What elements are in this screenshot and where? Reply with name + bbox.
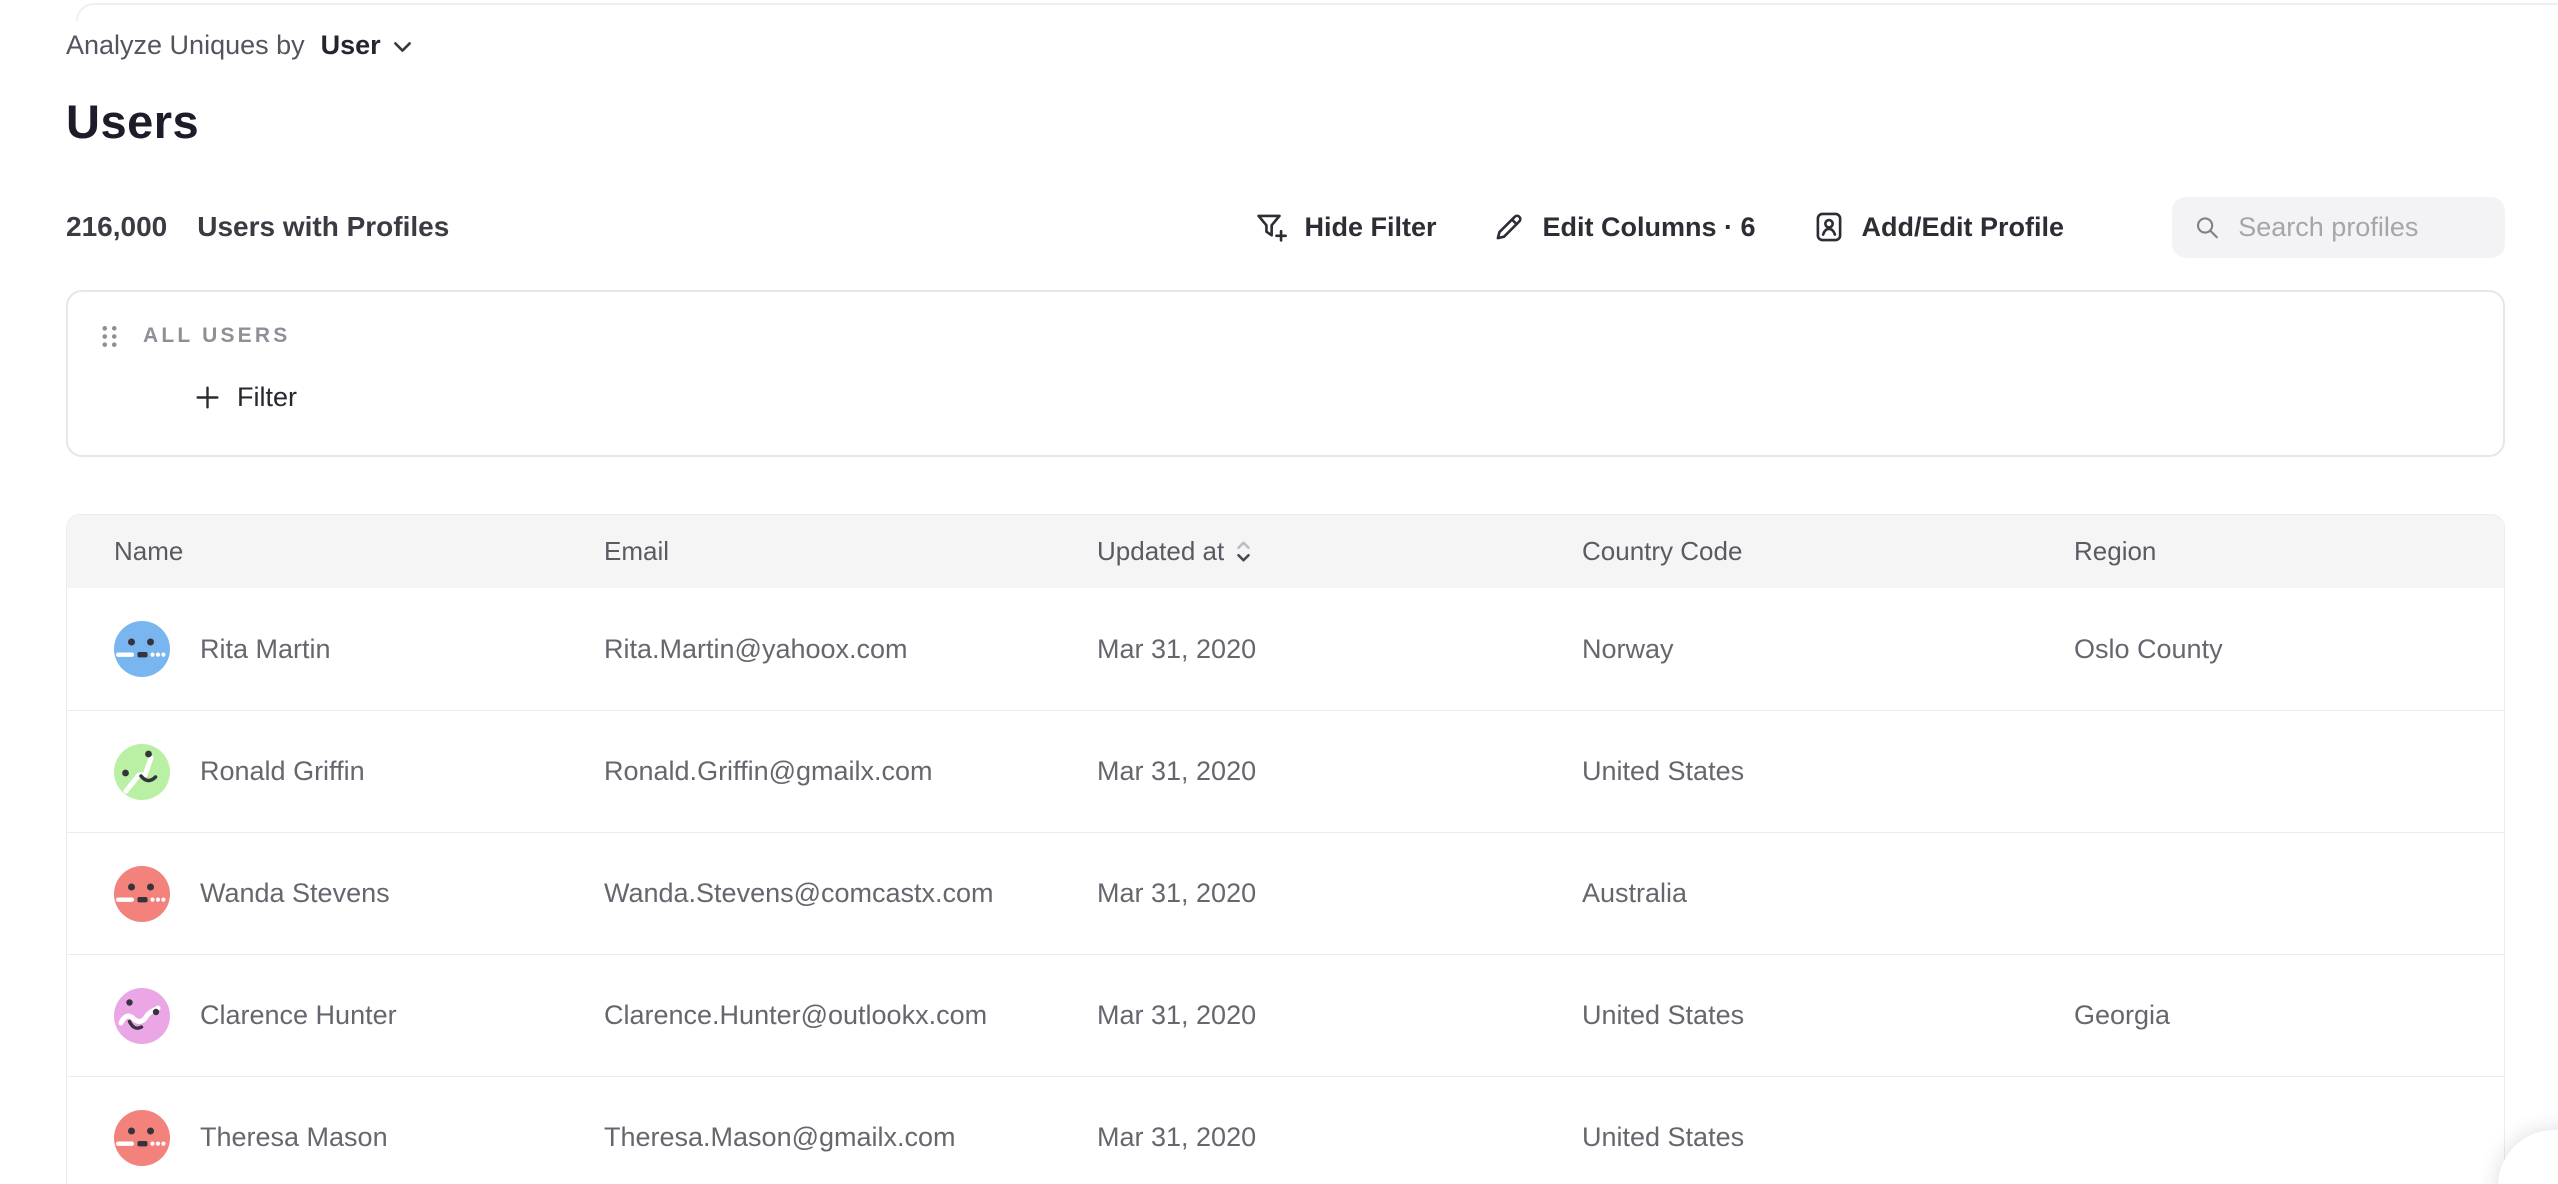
- filter-group-label: ALL USERS: [143, 324, 290, 348]
- user-name: Rita Martin: [200, 634, 331, 665]
- user-email: Clarence.Hunter@outlookx.com: [604, 1000, 987, 1031]
- hide-filter-label: Hide Filter: [1304, 212, 1436, 243]
- users-table: Name Email Updated at Country Code Regio…: [66, 514, 2505, 1184]
- table-row[interactable]: Rita Martin Rita.Martin@yahoox.com Mar 3…: [67, 588, 2504, 710]
- country-code-value: Australia: [1582, 878, 1687, 909]
- column-header-country-code[interactable]: Country Code: [1582, 536, 2074, 567]
- add-filter-label: Filter: [237, 382, 297, 413]
- analyze-uniques-row: Analyze Uniques by User: [66, 28, 2505, 62]
- add-filter-button[interactable]: Filter: [180, 372, 311, 423]
- dash-mouth-face-icon: [114, 1110, 170, 1166]
- user-name: Ronald Griffin: [200, 756, 365, 787]
- edit-columns-button[interactable]: Edit Columns · 6: [1492, 210, 1755, 244]
- chevron-down-icon: [393, 41, 412, 53]
- users-page: Analyze Uniques by User Users 216,000 Us…: [0, 0, 2558, 1184]
- sort-arrows-icon[interactable]: [1236, 539, 1251, 564]
- column-header-name[interactable]: Name: [114, 536, 604, 567]
- table-header: Name Email Updated at Country Code Regio…: [67, 515, 2504, 588]
- avatar: [114, 621, 170, 677]
- updated-at-value: Mar 31, 2020: [1097, 634, 1256, 665]
- stats-toolbar-row: 216,000 Users with Profiles Hide Filter …: [66, 196, 2505, 258]
- column-header-email[interactable]: Email: [604, 536, 1097, 567]
- plus-icon: [194, 384, 221, 411]
- search-input[interactable]: [2238, 212, 2483, 243]
- country-code-value: United States: [1582, 1000, 1744, 1031]
- help-widget-button[interactable]: [2498, 1130, 2558, 1184]
- user-email: Rita.Martin@yahoox.com: [604, 634, 908, 665]
- dash-mouth-face-icon: [114, 621, 170, 677]
- user-email: Ronald.Griffin@gmailx.com: [604, 756, 933, 787]
- avatar: [114, 744, 170, 800]
- updated-at-value: Mar 31, 2020: [1097, 1000, 1256, 1031]
- analyze-by-dropdown[interactable]: User: [321, 30, 412, 61]
- country-code-value: United States: [1582, 756, 1744, 787]
- profile-search-box: [2172, 197, 2505, 258]
- user-name: Clarence Hunter: [200, 1000, 397, 1031]
- page-title: Users: [66, 94, 2505, 150]
- profile-count: 216,000 Users with Profiles: [66, 211, 449, 243]
- user-count-value: 216,000: [66, 211, 167, 243]
- hide-filter-button[interactable]: Hide Filter: [1254, 210, 1436, 244]
- column-header-region[interactable]: Region: [2074, 536, 2504, 567]
- add-edit-profile-button[interactable]: Add/Edit Profile: [1812, 210, 2065, 244]
- avatar: [114, 988, 170, 1044]
- analyze-uniques-label: Analyze Uniques by: [66, 30, 305, 61]
- top-divider: [76, 3, 2558, 21]
- updated-at-value: Mar 31, 2020: [1097, 1122, 1256, 1153]
- region-value: Georgia: [2074, 1000, 2170, 1031]
- zigzag-face-icon: [114, 744, 170, 800]
- country-code-value: Norway: [1582, 634, 1674, 665]
- user-email: Theresa.Mason@gmailx.com: [604, 1122, 956, 1153]
- column-header-updated-at[interactable]: Updated at: [1097, 536, 1582, 567]
- add-edit-profile-label: Add/Edit Profile: [1862, 212, 2065, 243]
- avatar: [114, 1110, 170, 1166]
- table-row[interactable]: Clarence Hunter Clarence.Hunter@outlookx…: [67, 954, 2504, 1076]
- user-count-label: Users with Profiles: [197, 211, 449, 243]
- profile-badge-icon: [1812, 210, 1846, 244]
- region-value: Oslo County: [2074, 634, 2223, 665]
- wave-face-icon: [114, 988, 170, 1044]
- edit-pencil-icon: [1492, 210, 1526, 244]
- filter-panel: ALL USERS Filter: [66, 290, 2505, 457]
- dash-mouth-face-icon: [114, 866, 170, 922]
- table-row[interactable]: Theresa Mason Theresa.Mason@gmailx.com M…: [67, 1076, 2504, 1184]
- updated-at-value: Mar 31, 2020: [1097, 878, 1256, 909]
- user-name: Wanda Stevens: [200, 878, 390, 909]
- search-icon: [2194, 212, 2220, 243]
- analyze-by-value: User: [321, 30, 381, 61]
- table-row[interactable]: Ronald Griffin Ronald.Griffin@gmailx.com…: [67, 710, 2504, 832]
- table-body: Rita Martin Rita.Martin@yahoox.com Mar 3…: [67, 588, 2504, 1184]
- drag-handle-icon[interactable]: [100, 324, 119, 349]
- table-row[interactable]: Wanda Stevens Wanda.Stevens@comcastx.com…: [67, 832, 2504, 954]
- avatar: [114, 866, 170, 922]
- user-email: Wanda.Stevens@comcastx.com: [604, 878, 994, 909]
- country-code-value: United States: [1582, 1122, 1744, 1153]
- filter-group-header: ALL USERS: [100, 322, 2503, 350]
- edit-columns-label: Edit Columns · 6: [1542, 212, 1755, 243]
- updated-at-value: Mar 31, 2020: [1097, 756, 1256, 787]
- filter-funnel-icon: [1254, 210, 1288, 244]
- toolbar: Hide Filter Edit Columns · 6 Add/Edit Pr…: [1254, 197, 2505, 258]
- user-name: Theresa Mason: [200, 1122, 388, 1153]
